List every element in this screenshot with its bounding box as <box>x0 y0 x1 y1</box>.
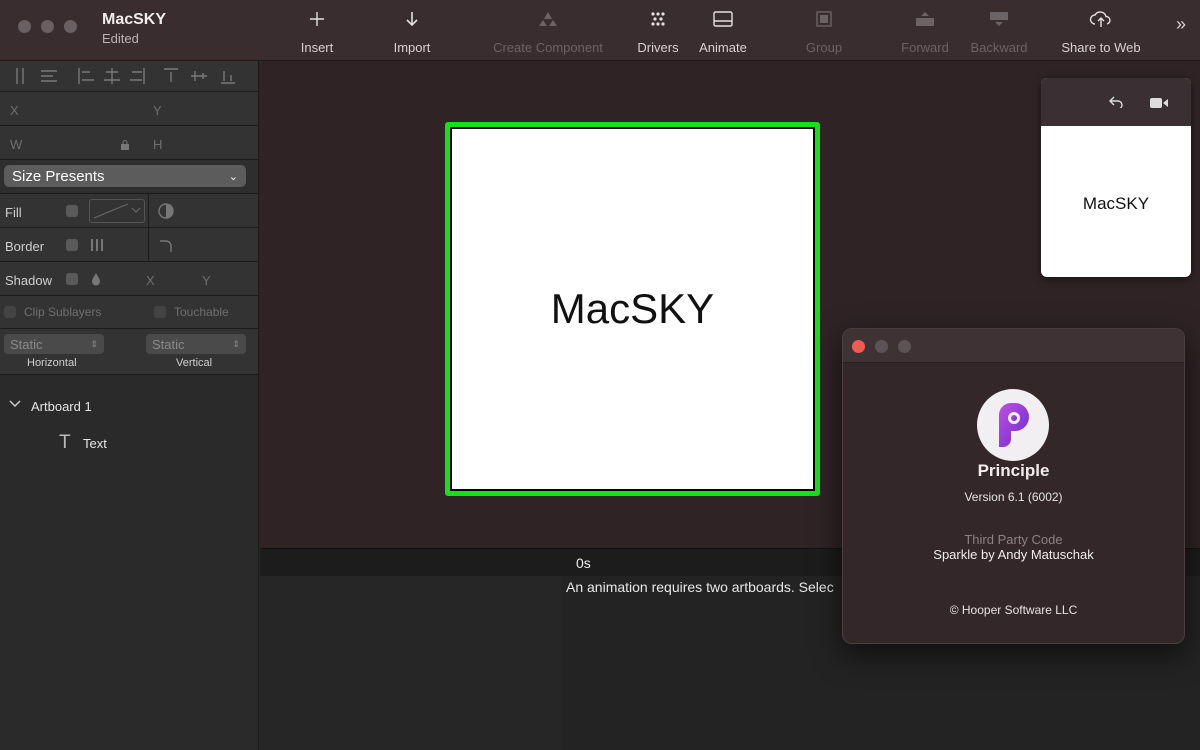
timeline-layers <box>260 576 562 750</box>
clip-sublayers-checkbox[interactable] <box>4 306 16 318</box>
width-label: W <box>10 137 23 152</box>
document-title: MacSKY <box>102 11 167 28</box>
shadow-x-label: X <box>146 273 155 288</box>
x-label: X <box>10 103 19 118</box>
arrow-down-icon <box>405 6 419 32</box>
touchable-label: Touchable <box>174 305 229 319</box>
preview-header <box>1041 78 1191 126</box>
principle-app-icon <box>977 389 1049 461</box>
group-icon <box>815 6 833 32</box>
third-party-label: Third Party Code <box>964 532 1063 547</box>
minimize-dialog-button[interactable] <box>875 340 888 353</box>
share-to-web-button[interactable]: Share to Web <box>1056 6 1146 56</box>
artboard-text[interactable]: MacSKY <box>551 285 714 333</box>
touchable-checkbox[interactable] <box>154 306 166 318</box>
size-row: W H <box>0 126 258 160</box>
toolbar: MacSKY Edited Insert Import Create Compo… <box>0 0 1200 61</box>
corner-radius-icon[interactable] <box>159 239 173 258</box>
send-backward-icon <box>989 6 1009 32</box>
artboard-1[interactable]: MacSKY <box>445 122 820 496</box>
up-down-chevron-icon: ⇕ <box>90 338 98 349</box>
layers-list: Artboard 1 T Text <box>0 375 258 750</box>
horizontal-select[interactable]: Static ⇕ <box>4 334 104 354</box>
shadow-row: Shadow X Y <box>0 262 258 296</box>
undo-icon[interactable] <box>1109 95 1123 113</box>
drivers-button[interactable]: Drivers <box>632 6 684 56</box>
layer-artboard-1[interactable]: Artboard 1 <box>0 395 258 419</box>
text-layer-icon: T <box>59 432 71 453</box>
height-label: H <box>153 137 163 152</box>
fill-checkbox[interactable] <box>66 205 78 217</box>
alignment-toolbar <box>0 61 258 92</box>
about-dialog-titlebar <box>843 329 1184 363</box>
shadow-blur-icon[interactable] <box>91 272 101 291</box>
preview-text: MacSKY <box>1082 194 1150 213</box>
fill-color-well[interactable] <box>89 199 145 223</box>
shadow-y-label: Y <box>202 273 211 288</box>
position-row: X Y <box>0 92 258 126</box>
up-down-chevron-icon: ⇕ <box>232 338 240 349</box>
third-party-credit: Sparkle by Andy Matuschak <box>933 547 1094 562</box>
fill-row: Fill <box>0 194 258 228</box>
about-dialog: Principle Version 6.1 (6002) Third Party… <box>842 328 1185 644</box>
animate-button[interactable]: Animate <box>694 6 752 56</box>
minimize-window-button[interactable] <box>41 20 54 33</box>
zoom-dialog-button[interactable] <box>898 340 911 353</box>
close-window-button[interactable] <box>18 20 31 33</box>
import-button[interactable]: Import <box>384 6 440 56</box>
opacity-icon[interactable] <box>158 203 174 224</box>
forward-button[interactable]: Forward <box>896 6 954 56</box>
vertical-select[interactable]: Static ⇕ <box>146 334 246 354</box>
copyright: © Hooper Software LLC <box>949 603 1078 617</box>
shadow-label: Shadow <box>5 273 52 288</box>
toolbar-overflow-icon[interactable]: » <box>1176 14 1186 35</box>
create-component-button[interactable]: Create Component <box>488 6 608 56</box>
insert-button[interactable]: Insert <box>288 6 346 56</box>
timeline-message: An animation requires two artboards. Sel… <box>566 579 834 595</box>
lock-icon[interactable] <box>120 138 130 156</box>
timeline-icon <box>713 6 733 32</box>
fill-label: Fill <box>5 205 22 220</box>
bring-forward-icon <box>915 6 935 32</box>
cloud-upload-icon <box>1089 6 1113 32</box>
drivers-icon <box>650 6 666 32</box>
video-record-icon[interactable] <box>1149 96 1169 114</box>
group-button[interactable]: Group <box>800 6 848 56</box>
clip-sublayers-label: Clip Sublayers <box>24 305 102 319</box>
border-width-icon[interactable] <box>90 238 104 257</box>
shadow-checkbox[interactable] <box>66 273 78 285</box>
zoom-window-button[interactable] <box>64 20 77 33</box>
border-label: Border <box>5 239 45 254</box>
y-label: Y <box>153 103 162 118</box>
document-status: Edited <box>102 31 139 46</box>
layer-text[interactable]: T Text <box>0 431 258 455</box>
chevron-down-icon: ⌄ <box>228 170 238 183</box>
plus-icon <box>309 6 325 32</box>
vertical-label: Vertical <box>176 357 213 369</box>
inspector-panel: X Y W H Size Presents ⌄ Fill Border Shad… <box>0 61 259 750</box>
artboard-content: MacSKY <box>452 129 813 489</box>
preview-window[interactable]: MacSKY <box>1041 78 1191 277</box>
chevron-down-icon[interactable] <box>9 399 21 412</box>
clip-row: Clip Sublayers Touchable <box>0 296 258 329</box>
component-icon <box>538 6 558 32</box>
backward-button[interactable]: Backward <box>966 6 1032 56</box>
border-row: Border <box>0 228 258 262</box>
size-presets-select[interactable]: Size Presents ⌄ <box>4 165 246 187</box>
app-version: Version 6.1 (6002) <box>964 490 1063 504</box>
align-icons[interactable] <box>0 61 258 91</box>
close-dialog-button[interactable] <box>852 340 865 353</box>
horizontal-label: Horizontal <box>27 357 77 369</box>
time-label: 0s <box>576 555 591 571</box>
app-name: Principle <box>977 461 1050 480</box>
border-checkbox[interactable] <box>66 239 78 251</box>
